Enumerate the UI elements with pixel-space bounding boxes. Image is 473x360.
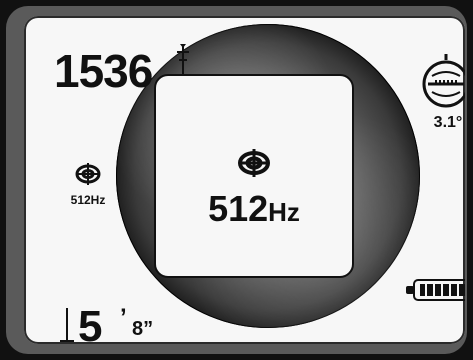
- center-frequency-indicator: 512Hz: [156, 76, 352, 276]
- depth-feet-mark: ’: [120, 304, 127, 331]
- depth-feet: 5: [78, 302, 103, 344]
- center-frequency-panel: 512Hz: [154, 74, 354, 278]
- depth-inches: 8”: [132, 318, 154, 340]
- frequency-icon: [75, 163, 101, 185]
- center-frequency-value: 512: [208, 188, 269, 229]
- left-frequency-indicator: 512Hz: [68, 162, 108, 207]
- battery-icon: [406, 279, 465, 301]
- display-screen: 1536 512Hz 512Hz 3.1° 5 ’ 8”: [24, 16, 465, 344]
- top-depth-value: 1536: [54, 45, 153, 97]
- pitch-value: 3.1°: [433, 114, 463, 131]
- center-frequency-unit: Hz: [268, 197, 300, 227]
- center-frequency-text: 512Hz: [156, 188, 352, 230]
- depth-scale-tick: [60, 340, 74, 342]
- bottom-depth-readout: 5 ’ 8”: [60, 302, 170, 344]
- depth-scale-line: [66, 308, 68, 342]
- left-frequency-label: 512Hz: [70, 193, 106, 207]
- frequency-icon: [238, 149, 270, 177]
